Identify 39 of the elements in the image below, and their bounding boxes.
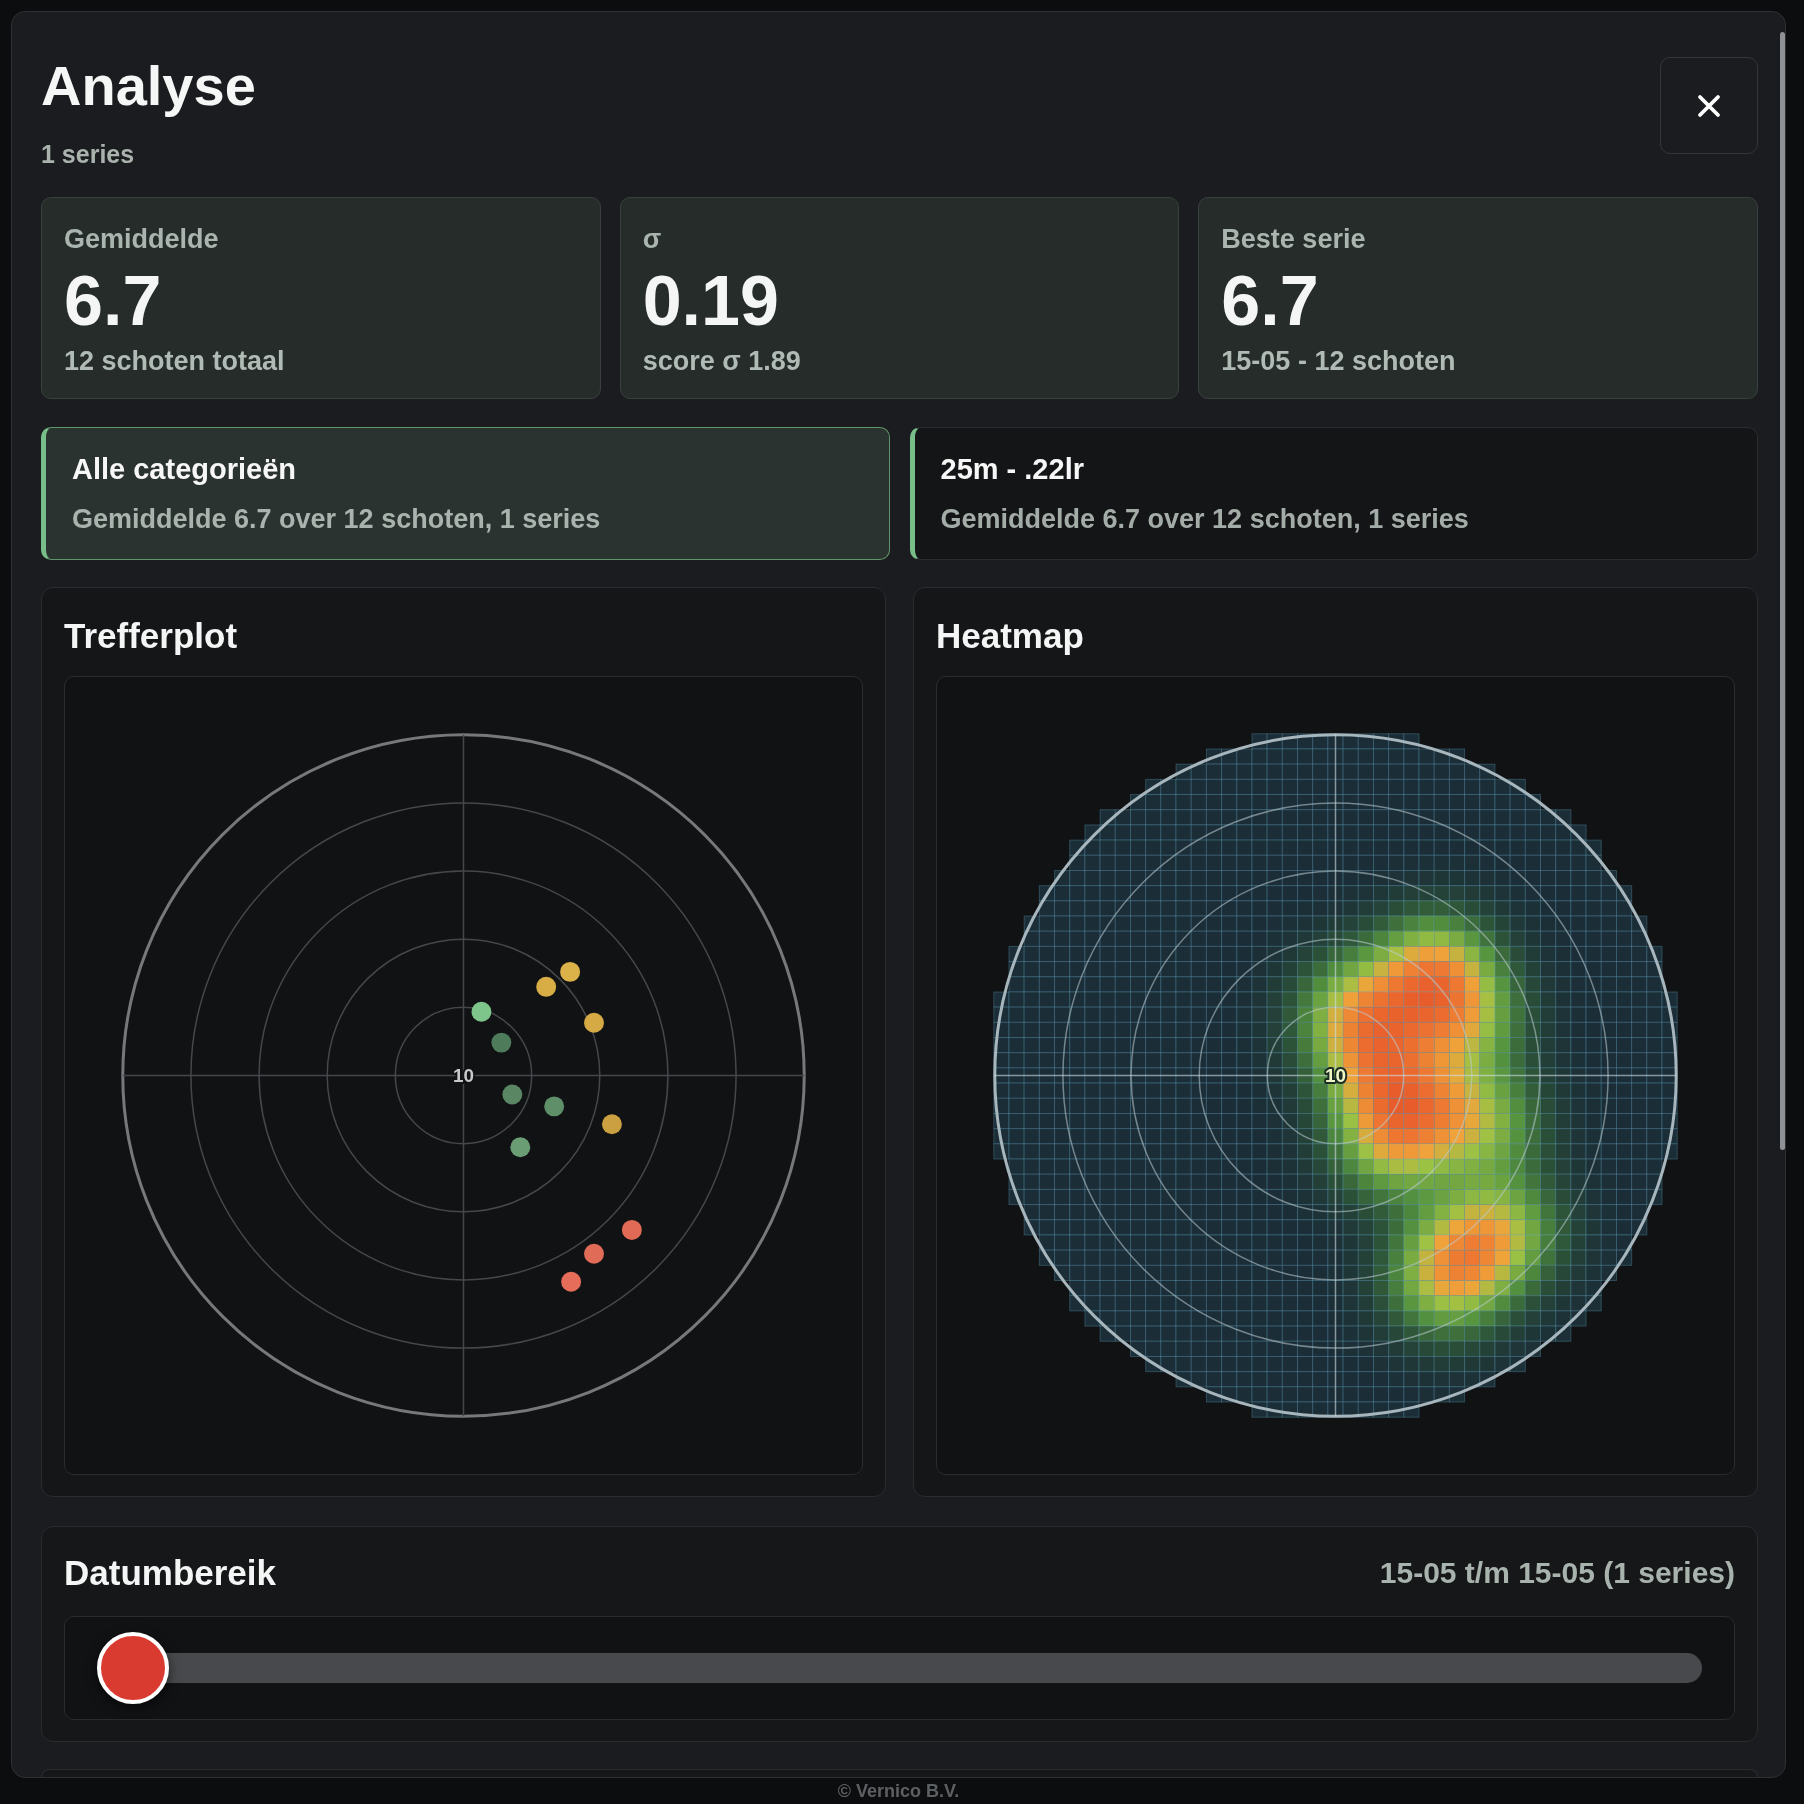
category-title: Alle categorieën [72, 452, 297, 486]
stat-note: 12 schoten totaal [64, 345, 285, 377]
hit-point [471, 1001, 492, 1022]
category-summary: Gemiddelde 6.7 over 12 schoten, 1 series [72, 503, 601, 535]
stat-note: score σ 1.89 [642, 345, 801, 377]
stat-label: Beste serie [1221, 223, 1366, 255]
hit-point [510, 1137, 531, 1158]
hit-point [491, 1032, 512, 1053]
category-card[interactable]: 25m - .22lr Gemiddelde 6.7 over 12 schoten, 1 series [909, 427, 1758, 560]
panel-title: Datumbereik [64, 1552, 277, 1594]
stat-value: 6.7 [1221, 263, 1319, 339]
dialog-subtitle: 1 series [41, 139, 135, 169]
hit-point [584, 1012, 604, 1033]
category-card[interactable]: Alle categorieën Gemiddelde 6.7 over 12 schoten, 1 series [41, 427, 890, 560]
panel-title: Heatmap [936, 615, 1084, 657]
category-summary: Gemiddelde 6.7 over 12 schoten, 1 series [940, 503, 1469, 535]
scrollbar[interactable] [1780, 32, 1785, 1150]
hit-point [560, 961, 581, 982]
footer-text: © Vernico B.V. [837, 1780, 960, 1802]
stat-value: 0.19 [642, 263, 779, 339]
hit-point [536, 976, 557, 997]
close-button[interactable] [1660, 57, 1758, 154]
close-icon [1697, 93, 1721, 118]
stat-label: σ [642, 223, 662, 255]
stat-value: 6.7 [64, 263, 162, 339]
hit-point [621, 1219, 642, 1240]
category-title: 25m - .22lr [940, 452, 1084, 486]
stat-label: Gemiddelde [64, 223, 219, 255]
hit-point [584, 1243, 604, 1264]
hit-point [544, 1096, 565, 1117]
hit-point [602, 1114, 622, 1135]
ring-label: 10 [453, 1065, 474, 1086]
dialog-title: Analyse [41, 56, 256, 116]
date-range-summary: 15-05 t/m 15-05 (1 series) [1379, 1555, 1735, 1591]
hit-point [561, 1271, 582, 1292]
stat-note: 15-05 - 12 schoten [1221, 345, 1456, 377]
hit-point [502, 1084, 523, 1105]
panel-title: Trefferplot [64, 615, 238, 657]
slider-track[interactable] [97, 1632, 1702, 1704]
